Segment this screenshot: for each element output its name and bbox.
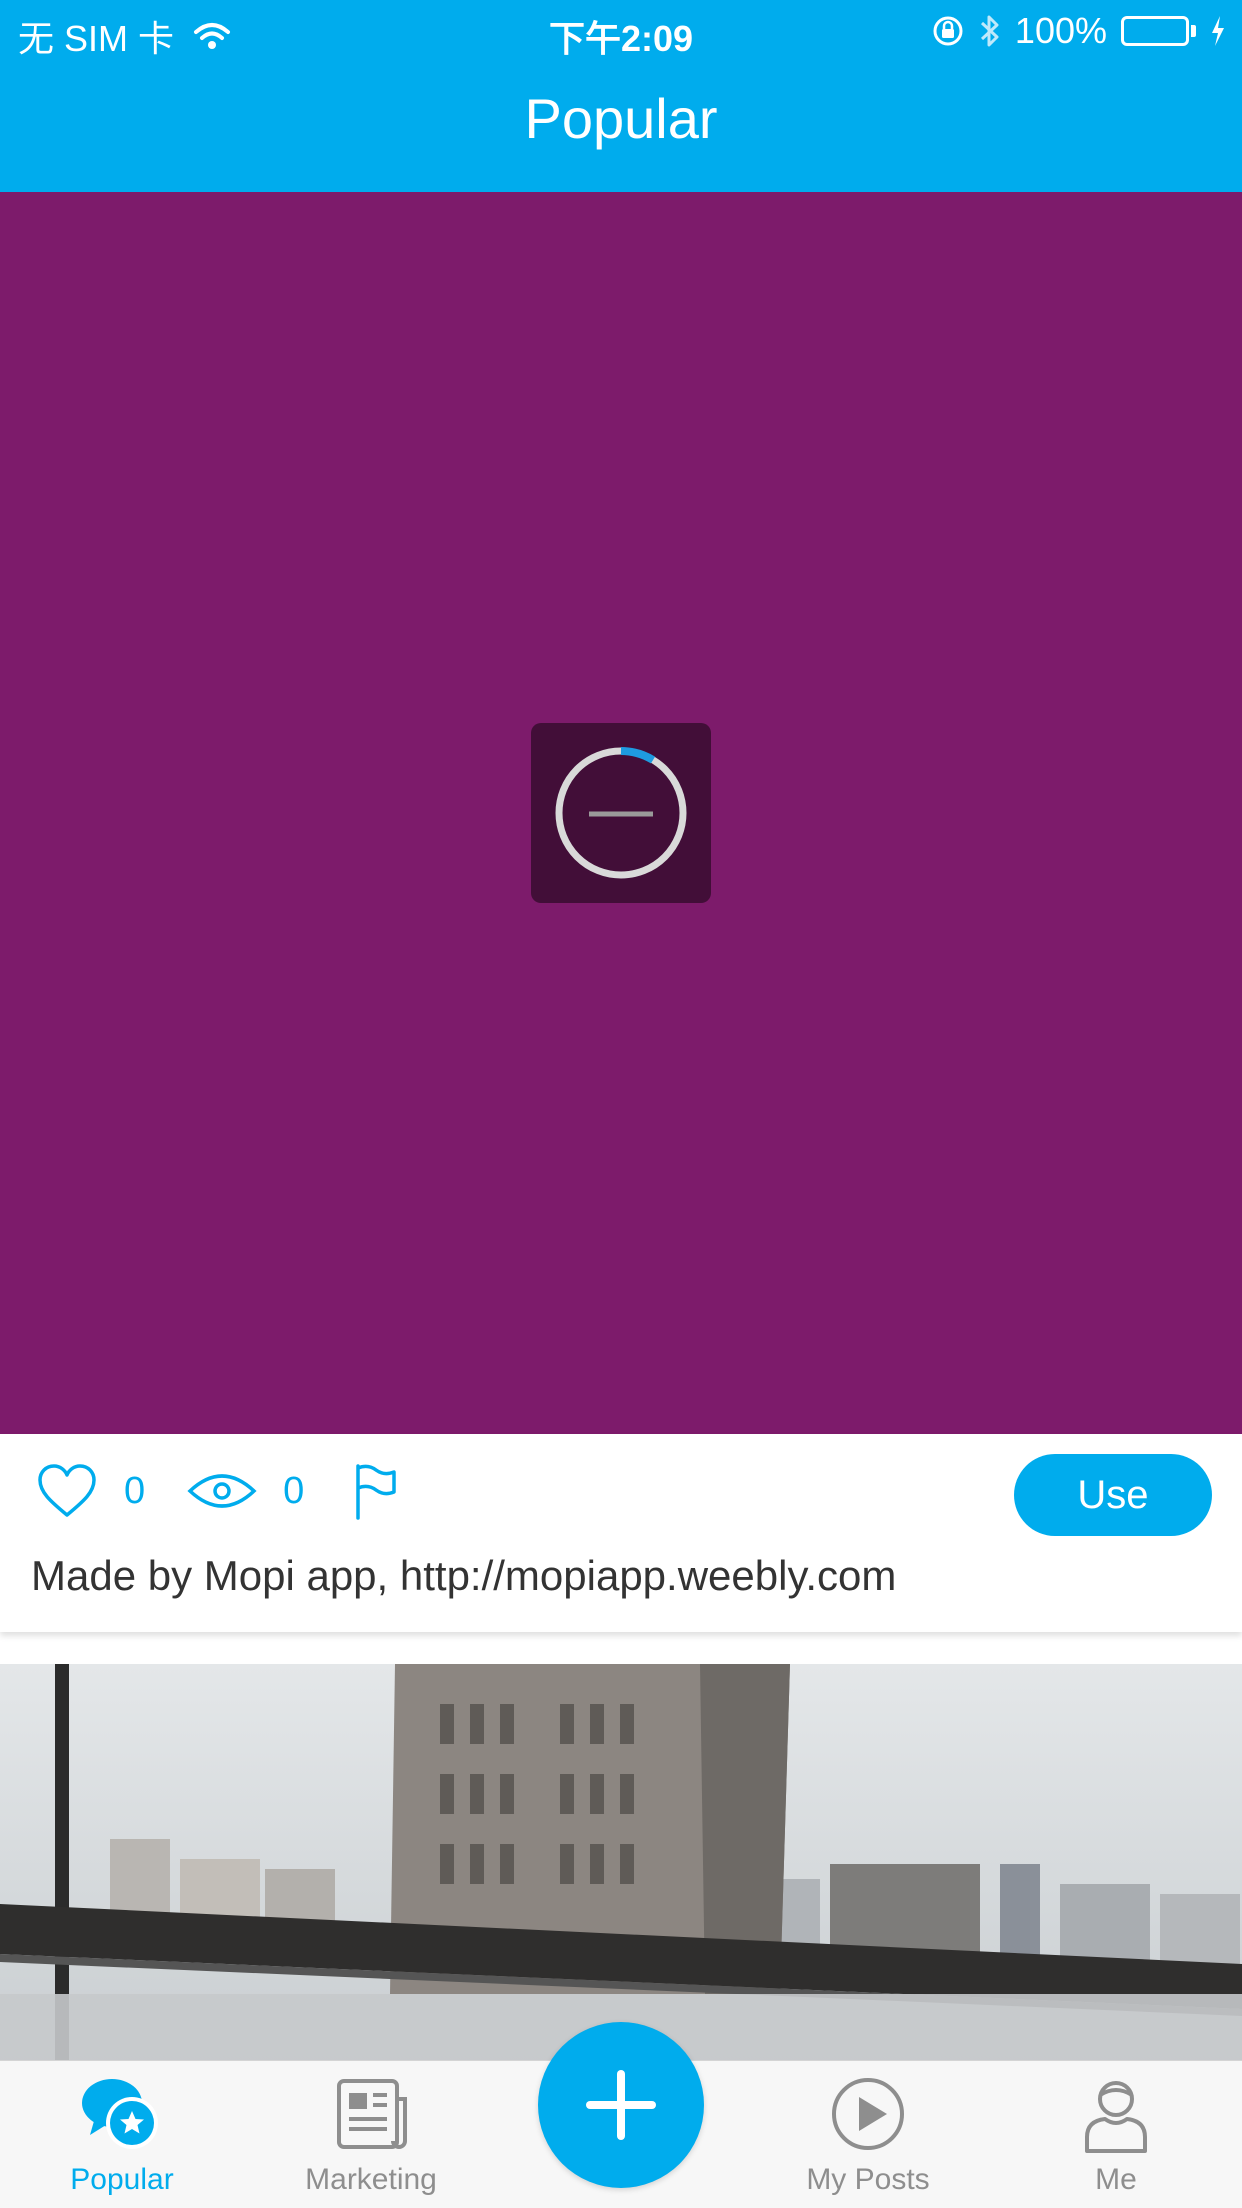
tab-marketing[interactable]: Marketing bbox=[271, 2073, 471, 2197]
tab-popular[interactable]: Popular bbox=[22, 2073, 222, 2197]
eye-icon bbox=[187, 1474, 257, 1508]
tab-label: My Posts bbox=[806, 2163, 930, 2196]
charging-icon bbox=[1212, 16, 1224, 46]
view-count: 0 bbox=[283, 1469, 305, 1512]
like-button[interactable]: 0 bbox=[36, 1463, 145, 1519]
use-button[interactable]: Use bbox=[1014, 1454, 1212, 1536]
battery-icon bbox=[1121, 16, 1196, 46]
views: 0 bbox=[187, 1469, 304, 1513]
report-button[interactable] bbox=[354, 1462, 398, 1520]
tab-me[interactable]: Me bbox=[1016, 2073, 1216, 2197]
loading-indicator bbox=[531, 723, 711, 903]
post-actions: 0 0 bbox=[36, 1462, 398, 1520]
post-photo[interactable] bbox=[0, 1664, 1242, 2064]
status-right: 100% bbox=[931, 10, 1226, 52]
heart-icon bbox=[38, 1464, 96, 1517]
post-media[interactable] bbox=[0, 192, 1242, 1434]
city-window-image bbox=[0, 1664, 1242, 2064]
add-post-button[interactable] bbox=[538, 2022, 704, 2188]
spinner-icon bbox=[555, 747, 687, 879]
chat-star-icon bbox=[82, 2079, 158, 2149]
flag-icon bbox=[356, 1464, 397, 1520]
newspaper-icon bbox=[337, 2079, 407, 2149]
user-icon bbox=[1085, 2081, 1147, 2153]
navigation-bar: Popular bbox=[0, 62, 1242, 192]
plus-icon bbox=[586, 2070, 656, 2140]
like-count: 0 bbox=[124, 1469, 146, 1512]
tab-label: Marketing bbox=[305, 2163, 437, 2196]
post-caption: Made by Mopi app, http://mopiapp.weebly.… bbox=[31, 1552, 897, 1599]
status-bar: 无 SIM 卡 下午2:09 100% bbox=[0, 0, 1242, 62]
page-title: Popular bbox=[524, 87, 718, 150]
bluetooth-icon bbox=[980, 15, 999, 47]
tab-label: Me bbox=[1095, 2163, 1137, 2196]
battery-percent: 100% bbox=[1014, 10, 1107, 51]
play-icon bbox=[832, 2078, 904, 2150]
post-footer: 0 0 Use Made by Mopi app, http://mopiapp… bbox=[0, 1434, 1242, 1632]
orientation-lock-icon bbox=[933, 16, 963, 46]
tab-my-posts[interactable]: My Posts bbox=[768, 2073, 968, 2197]
tab-label: Popular bbox=[70, 2163, 174, 2196]
